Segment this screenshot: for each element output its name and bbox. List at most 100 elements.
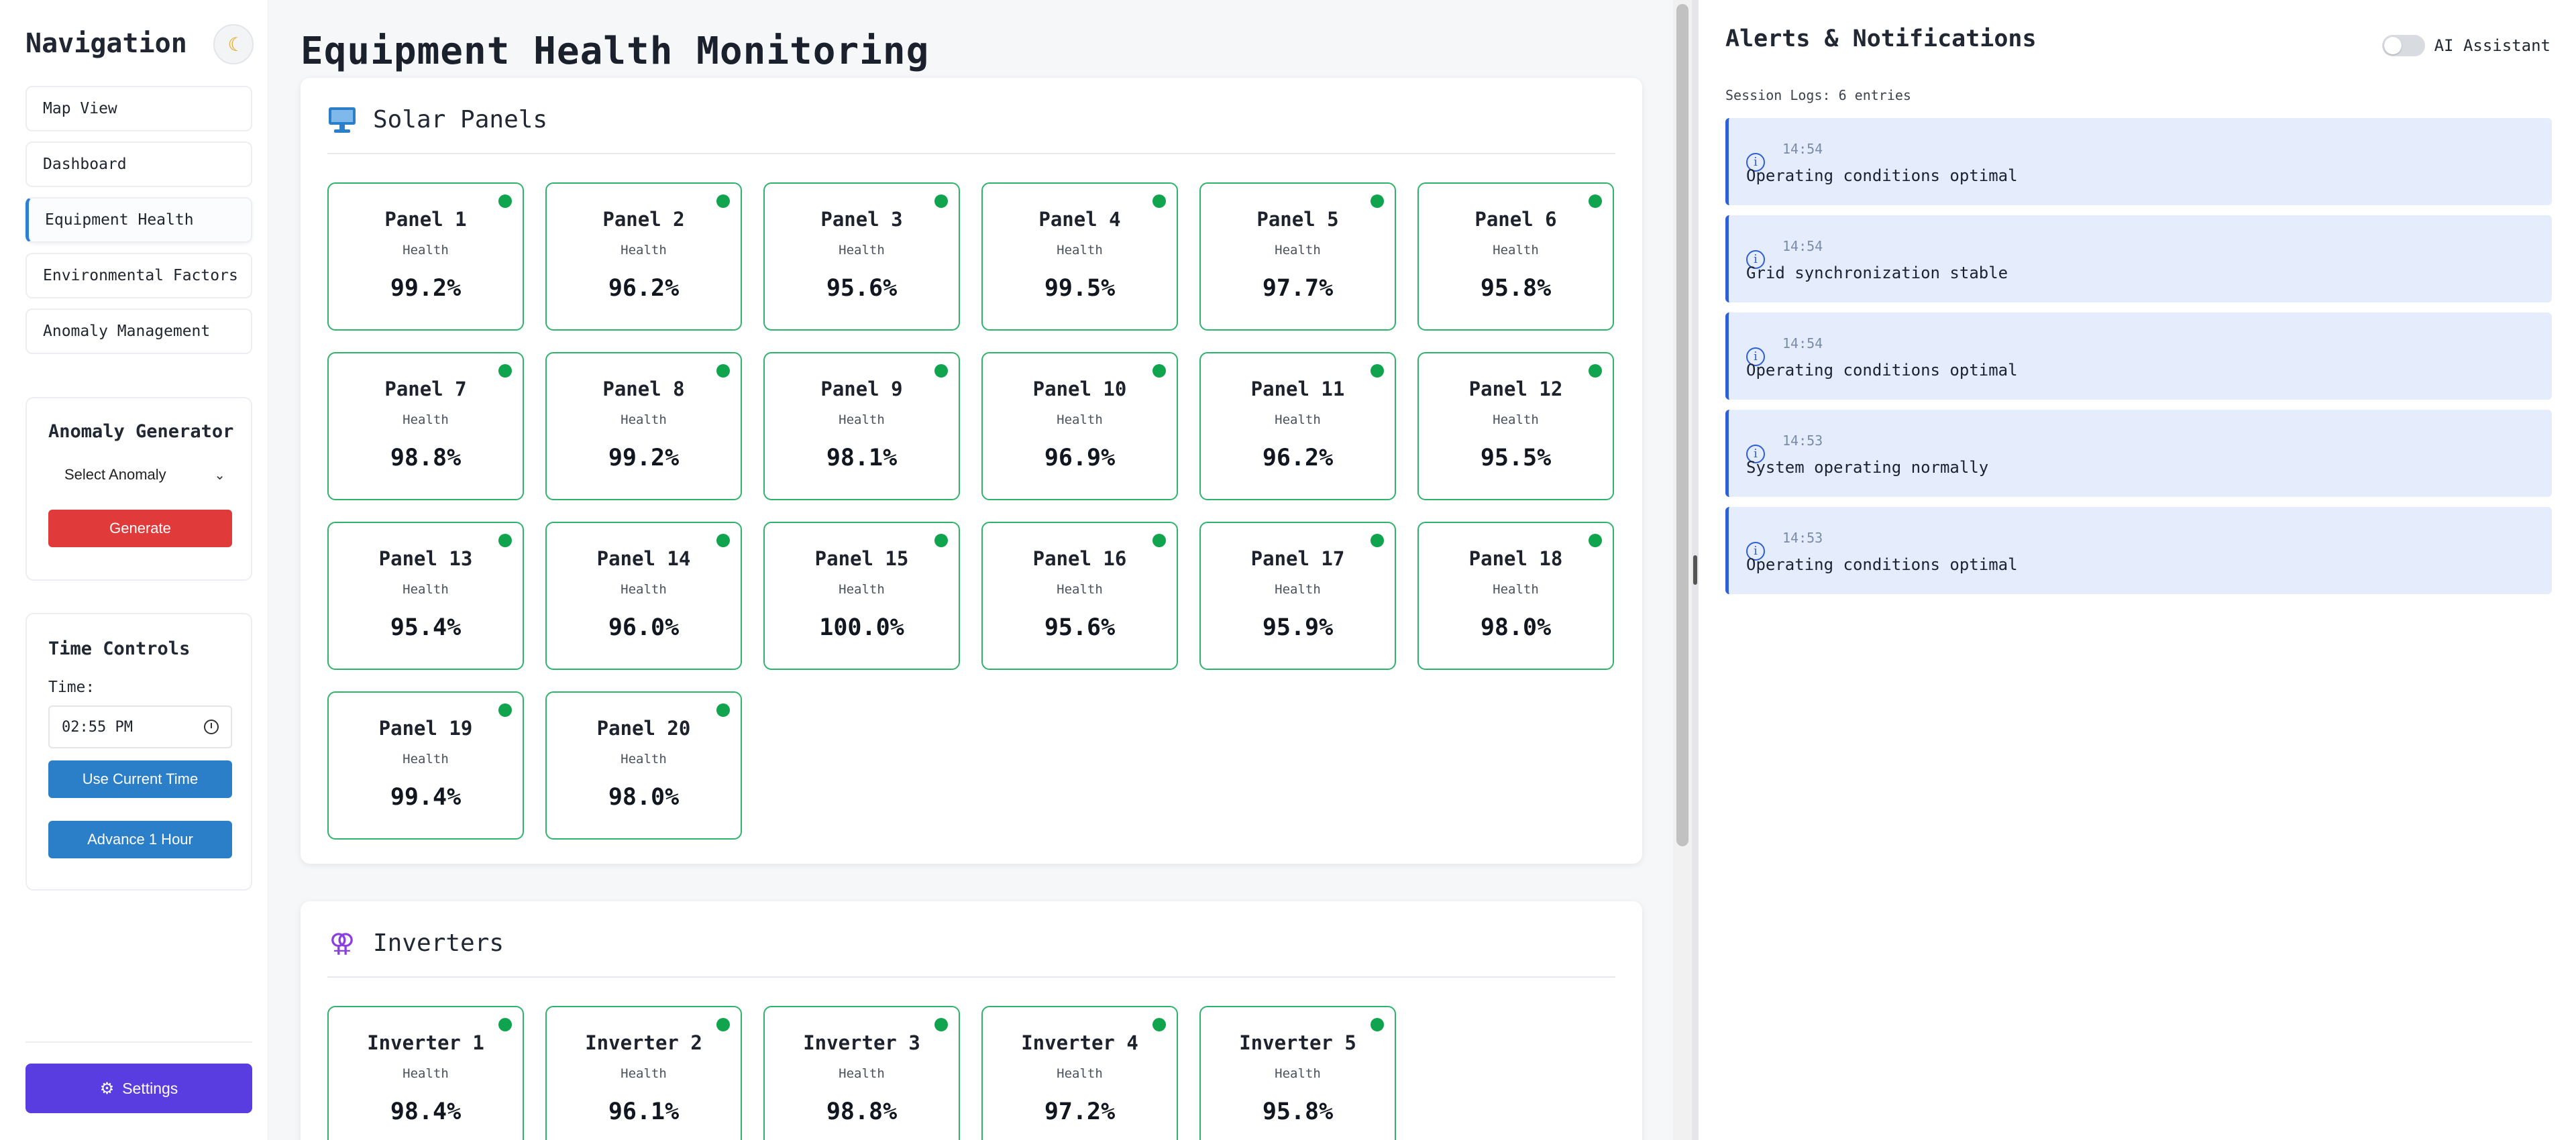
log-message: Operating conditions optimal: [1746, 166, 2018, 185]
status-dot: [1589, 194, 1602, 208]
panel-card[interactable]: Panel 7 Health 98.8%: [327, 352, 524, 500]
gear-icon: ⚙: [99, 1079, 115, 1098]
health-label: Health: [839, 243, 885, 258]
clock-icon[interactable]: [204, 720, 219, 734]
panel-card[interactable]: Panel 15 Health 100.0%: [763, 522, 960, 670]
main-scrollbar-thumb[interactable]: [1676, 4, 1688, 846]
health-value: 95.8%: [1480, 275, 1552, 302]
panel-card[interactable]: Panel 6 Health 95.8%: [1417, 182, 1614, 331]
inverter-name: Inverter 3: [803, 1031, 920, 1054]
panel-name: Panel 15: [814, 547, 909, 570]
panel-card[interactable]: Panel 9 Health 98.1%: [763, 352, 960, 500]
panel-card[interactable]: Panel 10 Health 96.9%: [981, 352, 1178, 500]
inverter-icon: ⚢: [329, 928, 356, 958]
log-time: 14:53: [1782, 530, 1823, 546]
log-time: 14:54: [1782, 141, 1823, 157]
use-current-time-button[interactable]: Use Current Time: [48, 760, 232, 798]
inverter-card[interactable]: Inverter 5 Health 95.8%: [1199, 1006, 1396, 1140]
session-logs-count: Session Logs: 6 entries: [1725, 87, 1911, 103]
ai-assistant-switch[interactable]: [2381, 35, 2425, 56]
status-dot: [716, 1018, 730, 1031]
health-value: 96.2%: [1262, 445, 1334, 471]
nav-item-equipment-health[interactable]: Equipment Health: [25, 197, 252, 243]
health-label: Health: [839, 412, 885, 427]
alerts-title: Alerts & Notifications: [1725, 25, 2037, 52]
health-label: Health: [1275, 582, 1321, 597]
panel-card[interactable]: Panel 16 Health 95.6%: [981, 522, 1178, 670]
panel-card[interactable]: Panel 5 Health 97.7%: [1199, 182, 1396, 331]
health-value: 99.4%: [390, 784, 462, 811]
panel-card[interactable]: Panel 8 Health 99.2%: [545, 352, 742, 500]
alerts-panel: Alerts & Notifications AI Assistant Sess…: [1699, 0, 2576, 1140]
panel-card[interactable]: Panel 14 Health 96.0%: [545, 522, 742, 670]
status-dot: [1371, 364, 1384, 378]
panel-name: Panel 14: [596, 547, 691, 570]
panel-card[interactable]: Panel 19 Health 99.4%: [327, 691, 524, 840]
status-dot: [498, 703, 512, 717]
splitter-handle[interactable]: [1693, 555, 1697, 585]
sidebar: Navigation ☾ Map View Dashboard Equipmen…: [0, 0, 268, 1140]
nav-item-dashboard[interactable]: Dashboard: [25, 141, 252, 187]
inverter-card[interactable]: Inverter 4 Health 97.2%: [981, 1006, 1178, 1140]
panel-card[interactable]: Panel 13 Health 95.4%: [327, 522, 524, 670]
status-dot: [716, 364, 730, 378]
panel-card[interactable]: Panel 3 Health 95.6%: [763, 182, 960, 331]
inverter-name: Inverter 4: [1021, 1031, 1138, 1054]
panel-name: Panel 10: [1032, 378, 1127, 400]
panel-name: Panel 9: [820, 378, 903, 400]
nav-item-anomaly-management[interactable]: Anomaly Management: [25, 308, 252, 354]
nav-item-map-view[interactable]: Map View: [25, 86, 252, 131]
page-title: Equipment Health Monitoring: [301, 30, 930, 73]
panel-name: Panel 11: [1250, 378, 1345, 400]
time-label: Time:: [48, 679, 95, 696]
status-dot: [716, 194, 730, 208]
health-value: 95.9%: [1262, 614, 1334, 641]
anomaly-select[interactable]: Select Anomaly ⌄: [48, 455, 232, 495]
nav-item-environmental-factors[interactable]: Environmental Factors: [25, 253, 252, 298]
health-label: Health: [1275, 243, 1321, 258]
log-message: Operating conditions optimal: [1746, 555, 2018, 574]
health-value: 96.0%: [608, 614, 680, 641]
sidebar-divider: [25, 1041, 252, 1043]
health-label: Health: [1493, 582, 1539, 597]
panel-name: Panel 1: [384, 208, 467, 231]
health-value: 98.4%: [390, 1098, 462, 1125]
health-value: 98.0%: [1480, 614, 1552, 641]
log-time: 14:54: [1782, 238, 1823, 254]
health-value: 99.2%: [390, 275, 462, 302]
inverter-card[interactable]: Inverter 1 Health 98.4%: [327, 1006, 524, 1140]
panel-name: Panel 3: [820, 208, 903, 231]
panel-card[interactable]: Panel 20 Health 98.0%: [545, 691, 742, 840]
advance-hour-button[interactable]: Advance 1 Hour: [48, 821, 232, 858]
settings-button[interactable]: ⚙ Settings: [25, 1064, 252, 1113]
health-value: 96.2%: [608, 275, 680, 302]
status-dot: [498, 1018, 512, 1031]
panel-card[interactable]: Panel 12 Health 95.5%: [1417, 352, 1614, 500]
time-input[interactable]: 02:55 PM: [48, 705, 232, 748]
health-label: Health: [402, 1066, 449, 1081]
panel-card[interactable]: Panel 18 Health 98.0%: [1417, 522, 1614, 670]
health-value: 99.5%: [1044, 275, 1116, 302]
solar-panels-header: Solar Panels: [327, 105, 1615, 154]
panel-card[interactable]: Panel 17 Health 95.9%: [1199, 522, 1396, 670]
panel-card[interactable]: Panel 11 Health 96.2%: [1199, 352, 1396, 500]
health-label: Health: [621, 243, 667, 258]
ai-assistant-toggle[interactable]: AI Assistant: [2381, 35, 2551, 56]
health-label: Health: [1057, 582, 1103, 597]
health-value: 98.0%: [608, 784, 680, 811]
log-message: Grid synchronization stable: [1746, 264, 2008, 282]
panel-card[interactable]: Panel 4 Health 99.5%: [981, 182, 1178, 331]
theme-toggle-button[interactable]: ☾: [213, 24, 254, 64]
health-value: 99.2%: [608, 445, 680, 471]
inverter-card[interactable]: Inverter 3 Health 98.8%: [763, 1006, 960, 1140]
sidebar-title: Navigation: [25, 28, 187, 59]
status-dot: [498, 194, 512, 208]
generate-button[interactable]: Generate: [48, 510, 232, 547]
inverter-card[interactable]: Inverter 2 Health 96.1%: [545, 1006, 742, 1140]
panel-card[interactable]: Panel 2 Health 96.2%: [545, 182, 742, 331]
health-label: Health: [402, 412, 449, 427]
status-dot: [1152, 194, 1166, 208]
ai-assistant-label: AI Assistant: [2434, 36, 2551, 55]
panel-card[interactable]: Panel 1 Health 99.2%: [327, 182, 524, 331]
log-time: 14:54: [1782, 335, 1823, 351]
